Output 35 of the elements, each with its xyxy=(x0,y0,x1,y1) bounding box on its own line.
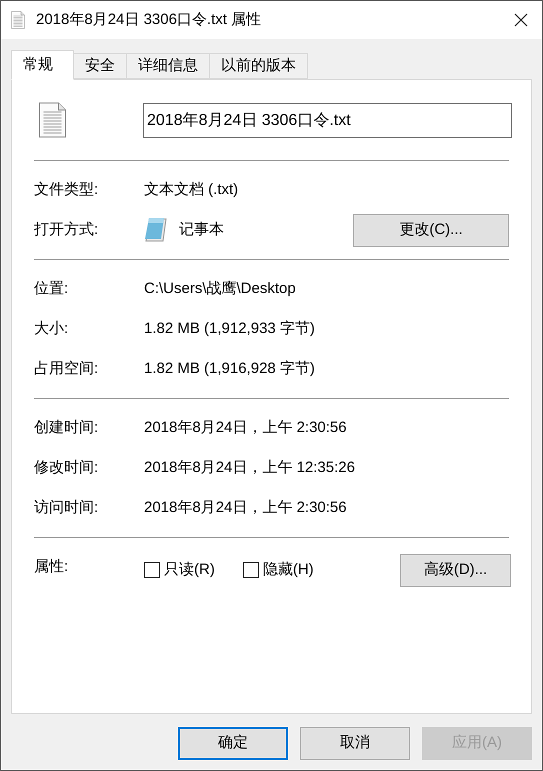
notepad-icon xyxy=(144,217,168,243)
window-title: 2018年8月24日 3306口令.txt 属性 xyxy=(36,10,262,30)
field-value: 1.82 MB (1,912,933 字节) xyxy=(144,318,315,339)
field-value: 2018年8月24日，上午 2:30:56 xyxy=(144,418,347,438)
field-value: 2018年8月24日，上午 2:30:56 xyxy=(144,498,347,518)
field-label: 修改时间: xyxy=(34,458,100,478)
tab[interactable]: 以前的版本 xyxy=(209,53,308,79)
field-value: 2018年8月24日，上午 12:35:26 xyxy=(144,458,355,478)
field-label: 打开方式: xyxy=(34,220,100,240)
file-icon xyxy=(38,102,67,138)
tab[interactable]: 详细信息 xyxy=(126,53,210,79)
close-icon[interactable] xyxy=(514,13,528,27)
field-value: C:\Users\战鹰\Desktop xyxy=(144,278,296,299)
checkbox-label[interactable]: 隐藏(H) xyxy=(262,558,314,582)
document-icon xyxy=(11,11,25,29)
dialog-button[interactable]: 更改(C)... xyxy=(353,214,509,246)
field-value: 文本文档 (.txt) xyxy=(144,180,238,200)
field-label: 大小: xyxy=(34,318,70,339)
checkbox-label[interactable]: 只读(R) xyxy=(164,558,215,582)
checkbox[interactable] xyxy=(242,562,259,578)
dialog-button[interactable]: 高级(D)... xyxy=(400,554,511,586)
field-label: 属性: xyxy=(34,556,70,577)
field-label: 位置: xyxy=(34,278,70,299)
checkbox[interactable] xyxy=(144,562,160,578)
field-value: 记事本 xyxy=(179,220,224,240)
field-label: 访问时间: xyxy=(34,498,100,518)
field-label: 文件类型: xyxy=(34,180,100,200)
field-label: 创建时间: xyxy=(34,418,100,438)
tab[interactable]: 安全 xyxy=(73,53,127,79)
dialog-button[interactable]: 确定 xyxy=(178,727,288,760)
field-label: 占用空间: xyxy=(34,358,100,379)
tab[interactable]: 常规 xyxy=(11,50,74,80)
file-name-field[interactable]: 2018年8月24日 3306口令.txt xyxy=(143,102,512,138)
field-value: 1.82 MB (1,916,928 字节) xyxy=(144,358,315,379)
dialog-button[interactable]: 取消 xyxy=(300,727,410,760)
